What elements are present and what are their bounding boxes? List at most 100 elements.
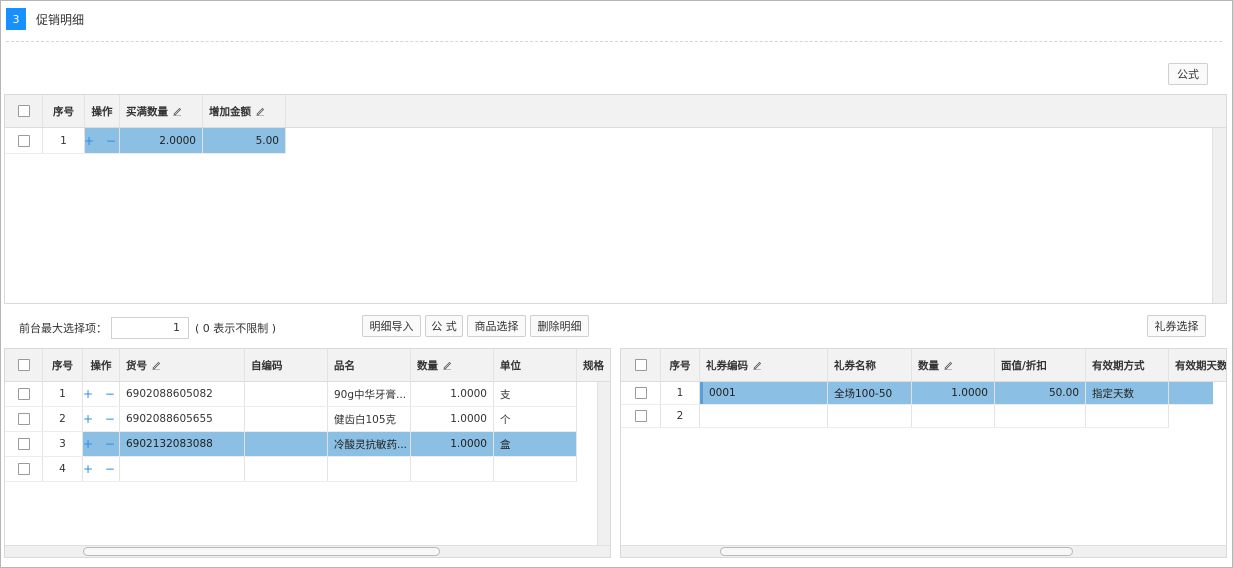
checkbox-icon [634, 359, 647, 371]
row-unit: 盒 [494, 432, 577, 456]
horizontal-scrollbar[interactable] [621, 545, 1226, 557]
row-ops[interactable]: + − [83, 432, 120, 456]
col-qty: 数量 [912, 349, 995, 381]
vertical-scrollbar[interactable] [1212, 128, 1226, 303]
checkbox-icon [17, 388, 30, 400]
row-code[interactable]: 6902088605082 [120, 382, 245, 406]
row-qty[interactable]: 1.0000 [411, 407, 494, 431]
coupon-select-button[interactable]: 礼券选择 [1147, 315, 1206, 337]
table-row[interactable]: 4 + − [5, 457, 577, 482]
row-seq: 3 [43, 432, 83, 456]
table-row[interactable]: 2 + − 6902088605655 健齿白105克 1.0000 个 [5, 407, 577, 432]
select-all-checkbox[interactable] [5, 349, 43, 381]
row-seq: 1 [43, 128, 85, 153]
row-self-code[interactable] [245, 382, 328, 406]
row-self-code[interactable] [245, 432, 328, 456]
row-checkbox[interactable] [5, 457, 43, 481]
row-ops[interactable]: + − [83, 382, 120, 406]
col-coupon-code: 礼券编码 [700, 349, 828, 381]
col-validity-days: 有效期天数 [1175, 359, 1227, 372]
row-self-code[interactable] [245, 457, 328, 481]
scroll-thumb[interactable] [83, 547, 440, 556]
horizontal-scrollbar[interactable] [5, 545, 610, 557]
add-remove-icon[interactable]: + − [83, 412, 119, 426]
row-coupon-name: 全场100-50 [828, 382, 912, 404]
row-qty[interactable]: 1.0000 [411, 432, 494, 456]
col-ops: 操作 [85, 95, 120, 127]
row-checkbox[interactable] [5, 382, 43, 406]
delete-detail-button[interactable]: 删除明细 [530, 315, 589, 337]
row-checkbox[interactable] [5, 407, 43, 431]
row-ops[interactable]: + − [85, 128, 120, 153]
add-remove-icon[interactable]: + − [85, 134, 119, 148]
grid-header: 序号 操作 货号 自编码 品名 数量 单位 规格 [5, 349, 610, 382]
row-qty[interactable] [411, 457, 494, 481]
row-ops[interactable]: + − [83, 407, 120, 431]
section-number-badge: 3 [6, 8, 26, 30]
row-name: 90g中华牙膏... [328, 382, 411, 406]
max-select-input[interactable]: 1 [111, 317, 189, 339]
row-unit: 支 [494, 382, 577, 406]
row-checkbox[interactable] [5, 128, 43, 153]
checkbox-icon [17, 134, 30, 147]
row-self-code[interactable] [245, 407, 328, 431]
col-add-amount-label: 增加金额 [209, 105, 251, 118]
row-name [328, 457, 411, 481]
add-remove-icon[interactable]: + − [83, 462, 119, 476]
col-seq: 序号 [43, 95, 85, 127]
divider [6, 41, 1222, 42]
row-validity-days [1169, 382, 1213, 404]
edit-pencil-icon [944, 361, 953, 370]
add-remove-icon[interactable]: + − [83, 437, 119, 451]
checkbox-icon [17, 359, 30, 371]
row-qty[interactable]: 1.0000 [411, 382, 494, 406]
col-qty: 数量 [411, 349, 494, 381]
row-qty[interactable]: 1.0000 [912, 382, 995, 404]
col-buy-qty: 买满数量 [120, 95, 203, 127]
checkbox-icon [17, 463, 30, 475]
row-coupon-name [828, 405, 912, 427]
formula-button[interactable]: 公 式 [425, 315, 463, 337]
row-code[interactable]: 6902132083088 [120, 432, 245, 456]
row-face-value: 50.00 [995, 382, 1086, 404]
add-remove-icon[interactable]: + − [83, 387, 119, 401]
row-seq: 1 [43, 382, 83, 406]
checkbox-icon [17, 105, 30, 117]
import-detail-button[interactable]: 明细导入 [362, 315, 421, 337]
product-select-button[interactable]: 商品选择 [467, 315, 526, 337]
select-all-checkbox[interactable] [5, 95, 43, 127]
table-row[interactable]: 2 [621, 405, 1169, 428]
select-all-checkbox[interactable] [621, 349, 661, 381]
threshold-grid: 序号 操作 买满数量 增加金额 1 + − 2.0000 5.00 [4, 94, 1227, 304]
row-seq: 4 [43, 457, 83, 481]
top-formula-button[interactable]: 公式 [1168, 63, 1208, 85]
col-qty-label: 数量 [918, 359, 939, 372]
row-checkbox[interactable] [5, 432, 43, 456]
table-row-selected[interactable]: 1 0001 全场100-50 1.0000 50.00 指定天数 [621, 382, 1213, 405]
row-face-value [995, 405, 1086, 427]
scroll-thumb[interactable] [720, 547, 1073, 556]
row-coupon-code[interactable]: 0001 [700, 382, 828, 404]
row-add-amount[interactable]: 5.00 [203, 128, 286, 153]
vertical-scrollbar[interactable] [597, 382, 610, 545]
product-grid: 序号 操作 货号 自编码 品名 数量 单位 规格 1 + − 690208860… [4, 348, 611, 558]
row-code[interactable] [120, 457, 245, 481]
row-checkbox[interactable] [621, 382, 661, 404]
row-ops[interactable]: + − [83, 457, 120, 481]
table-row[interactable]: 1 + − 6902088605082 90g中华牙膏... 1.0000 支 [5, 382, 577, 407]
col-seq: 序号 [43, 349, 83, 381]
row-qty[interactable] [912, 405, 995, 427]
row-coupon-code[interactable] [700, 405, 828, 427]
row-buy-qty[interactable]: 2.0000 [120, 128, 203, 153]
table-row[interactable]: 1 + − 2.0000 5.00 [5, 128, 286, 154]
checkbox-icon [17, 413, 30, 425]
row-name: 健齿白105克 [328, 407, 411, 431]
row-seq: 1 [661, 382, 700, 404]
row-checkbox[interactable] [621, 405, 661, 427]
edit-pencil-icon [152, 361, 161, 370]
col-unit: 单位 [494, 349, 577, 381]
row-code[interactable]: 6902088605655 [120, 407, 245, 431]
col-coupon-code-label: 礼券编码 [706, 359, 748, 372]
col-spec: 规格 [583, 359, 604, 372]
table-row-selected[interactable]: 3 + − 6902132083088 冷酸灵抗敏药... 1.0000 盒 [5, 432, 577, 457]
